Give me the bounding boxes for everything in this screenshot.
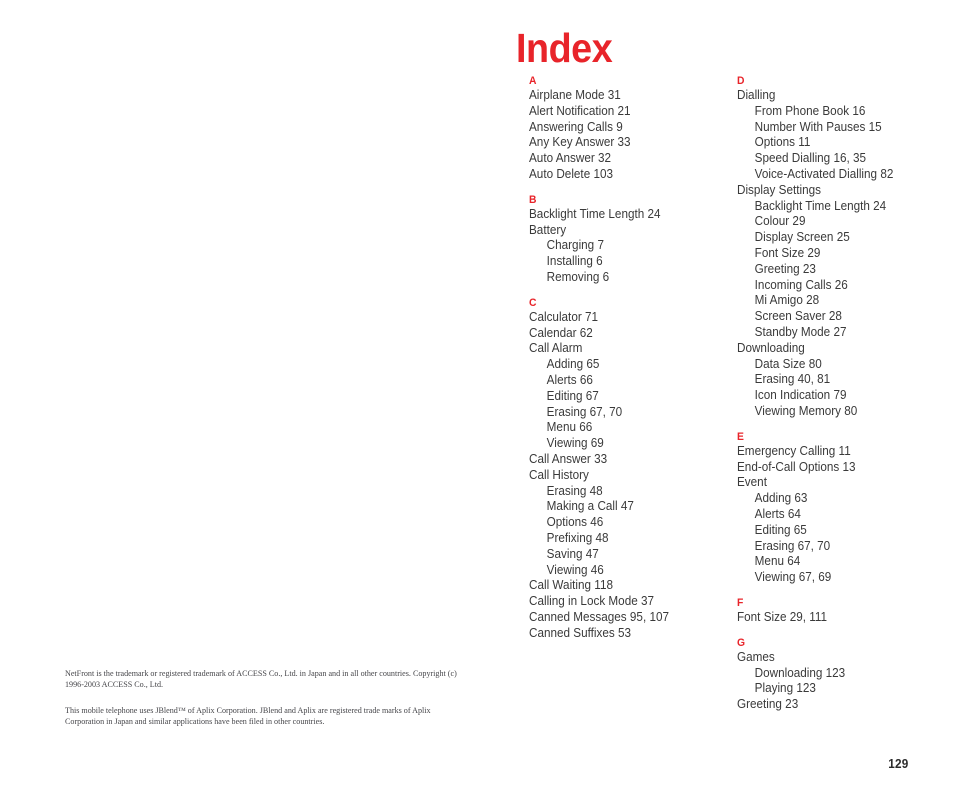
index-subentry[interactable]: Alerts 66 [529, 373, 724, 389]
index-subentry[interactable]: Display Screen 25 [737, 230, 932, 246]
index-subentry[interactable]: Options 11 [737, 135, 932, 151]
index-entry[interactable]: Any Key Answer 33 [529, 135, 724, 151]
section-letter: G [737, 636, 746, 649]
index-subentry[interactable]: Removing 6 [529, 270, 724, 286]
index-entry[interactable]: Dialling [737, 88, 932, 104]
index-section: G Games Downloading 123 Playing 123 Greeting… [737, 636, 947, 713]
index-section: F Font Size 29, 111 [737, 596, 947, 626]
index-subentry[interactable]: Screen Saver 28 [737, 309, 932, 325]
section-letter: D [737, 75, 745, 87]
index-entry[interactable]: Games [737, 650, 932, 666]
index-subentry[interactable]: Number With Pauses 15 [737, 120, 932, 136]
index-subentry[interactable]: Erasing 67, 70 [529, 405, 724, 421]
index-subentry[interactable]: Incoming Calls 26 [737, 278, 932, 294]
index-entry[interactable]: Downloading [737, 341, 932, 357]
index-subentry[interactable]: Viewing 69 [529, 436, 724, 452]
index-subentry[interactable]: Options 46 [529, 515, 724, 531]
index-subentry[interactable]: Charging 7 [529, 238, 724, 254]
footnote-paragraph: This mobile telephone uses JBlend™ of Ap… [65, 705, 431, 727]
index-subentry[interactable]: Erasing 48 [529, 484, 724, 500]
section-letter: E [737, 430, 745, 443]
index-entry[interactable]: Airplane Mode 31 [529, 88, 724, 104]
index-subentry[interactable]: Making a Call 47 [529, 499, 724, 515]
index-entry[interactable]: End-of-Call Options 13 [737, 460, 932, 476]
index-subentry[interactable]: Prefixing 48 [529, 531, 724, 547]
index-subentry[interactable]: Editing 65 [737, 523, 932, 539]
index-entry[interactable]: Calling in Lock Mode 37 [529, 594, 724, 610]
index-entry[interactable]: Call History [529, 468, 724, 484]
footnote-paragraph: NetFront is the trademark or registered … [65, 669, 457, 690]
index-subentry[interactable]: Standby Mode 27 [737, 325, 932, 341]
index-entry[interactable]: Canned Messages 95, 107 [529, 610, 724, 626]
index-subentry[interactable]: Editing 67 [529, 389, 724, 405]
index-subentry[interactable]: Viewing Memory 80 [737, 404, 932, 420]
index-entry[interactable]: Battery [529, 223, 724, 239]
index-subentry[interactable]: From Phone Book 16 [737, 104, 932, 120]
index-subentry[interactable]: Greeting 23 [737, 262, 932, 278]
footnote-block: NetFront is the trademark or registered … [65, 668, 465, 728]
index-page: Index A Airplane Mode 31 Alert Notificatio… [0, 0, 954, 795]
index-entry[interactable]: Calculator 71 [529, 310, 724, 326]
index-entry[interactable]: Display Settings [737, 183, 932, 199]
index-subentry[interactable]: Voice-Activated Dialling 82 [737, 167, 932, 183]
index-subentry[interactable]: Adding 63 [737, 491, 932, 507]
index-subentry[interactable]: Alerts 64 [737, 507, 932, 523]
index-entry[interactable]: Greeting 23 [737, 697, 932, 713]
index-subentry[interactable]: Speed Dialling 16, 35 [737, 151, 932, 167]
index-column-1: A Airplane Mode 31 Alert Notification 21 An… [529, 74, 739, 642]
index-subentry[interactable]: Viewing 46 [529, 563, 724, 579]
index-subentry[interactable]: Font Size 29 [737, 246, 932, 262]
index-section: A Airplane Mode 31 Alert Notification 21 An… [529, 74, 739, 183]
index-subentry[interactable]: Viewing 67, 69 [737, 570, 932, 586]
index-subentry[interactable]: Saving 47 [529, 547, 724, 563]
index-subentry[interactable]: Backlight Time Length 24 [737, 199, 932, 215]
index-entry[interactable]: Call Alarm [529, 341, 724, 357]
section-letter: F [737, 596, 744, 609]
index-subentry[interactable]: Menu 66 [529, 420, 724, 436]
index-subentry[interactable]: Downloading 123 [737, 666, 932, 682]
index-entry[interactable]: Emergency Calling 11 [737, 444, 932, 460]
index-entry[interactable]: Canned Suffixes 53 [529, 626, 724, 642]
page-title: Index [516, 25, 613, 71]
index-subentry[interactable]: Erasing 67, 70 [737, 539, 932, 555]
index-subentry[interactable]: Playing 123 [737, 681, 932, 697]
index-section: B Backlight Time Length 24 Battery Charging… [529, 193, 739, 286]
index-subentry[interactable]: Colour 29 [737, 214, 932, 230]
index-entry[interactable]: Answering Calls 9 [529, 120, 724, 136]
section-letter: A [529, 75, 537, 87]
index-entry[interactable]: Font Size 29, 111 [737, 610, 932, 626]
page-number: 129 [887, 757, 908, 771]
index-entry[interactable]: Auto Answer 32 [529, 151, 724, 167]
index-entry[interactable]: Backlight Time Length 24 [529, 207, 724, 223]
index-subentry[interactable]: Mi Amigo 28 [737, 293, 932, 309]
section-letter: C [529, 296, 537, 309]
index-entry[interactable]: Calendar 62 [529, 326, 724, 342]
index-subentry[interactable]: Menu 64 [737, 554, 932, 570]
index-subentry[interactable]: Installing 6 [529, 254, 724, 270]
index-entry[interactable]: Event [737, 475, 932, 491]
index-entry[interactable]: Alert Notification 21 [529, 104, 724, 120]
index-section: E Emergency Calling 11 End-of-Call Options… [737, 430, 947, 586]
index-subentry[interactable]: Data Size 80 [737, 357, 932, 373]
index-subentry[interactable]: Adding 65 [529, 357, 724, 373]
index-entry[interactable]: Auto Delete 103 [529, 167, 724, 183]
index-section: D Dialling From Phone Book 16 Number With P… [737, 74, 947, 420]
index-entry[interactable]: Call Waiting 118 [529, 578, 724, 594]
index-subentry[interactable]: Erasing 40, 81 [737, 372, 932, 388]
index-section: C Calculator 71 Calendar 62 Call Alarm Addin… [529, 296, 739, 642]
section-letter: B [529, 193, 537, 206]
index-entry[interactable]: Call Answer 33 [529, 452, 724, 468]
index-subentry[interactable]: Icon Indication 79 [737, 388, 932, 404]
index-column-2: D Dialling From Phone Book 16 Number With P… [737, 74, 947, 713]
